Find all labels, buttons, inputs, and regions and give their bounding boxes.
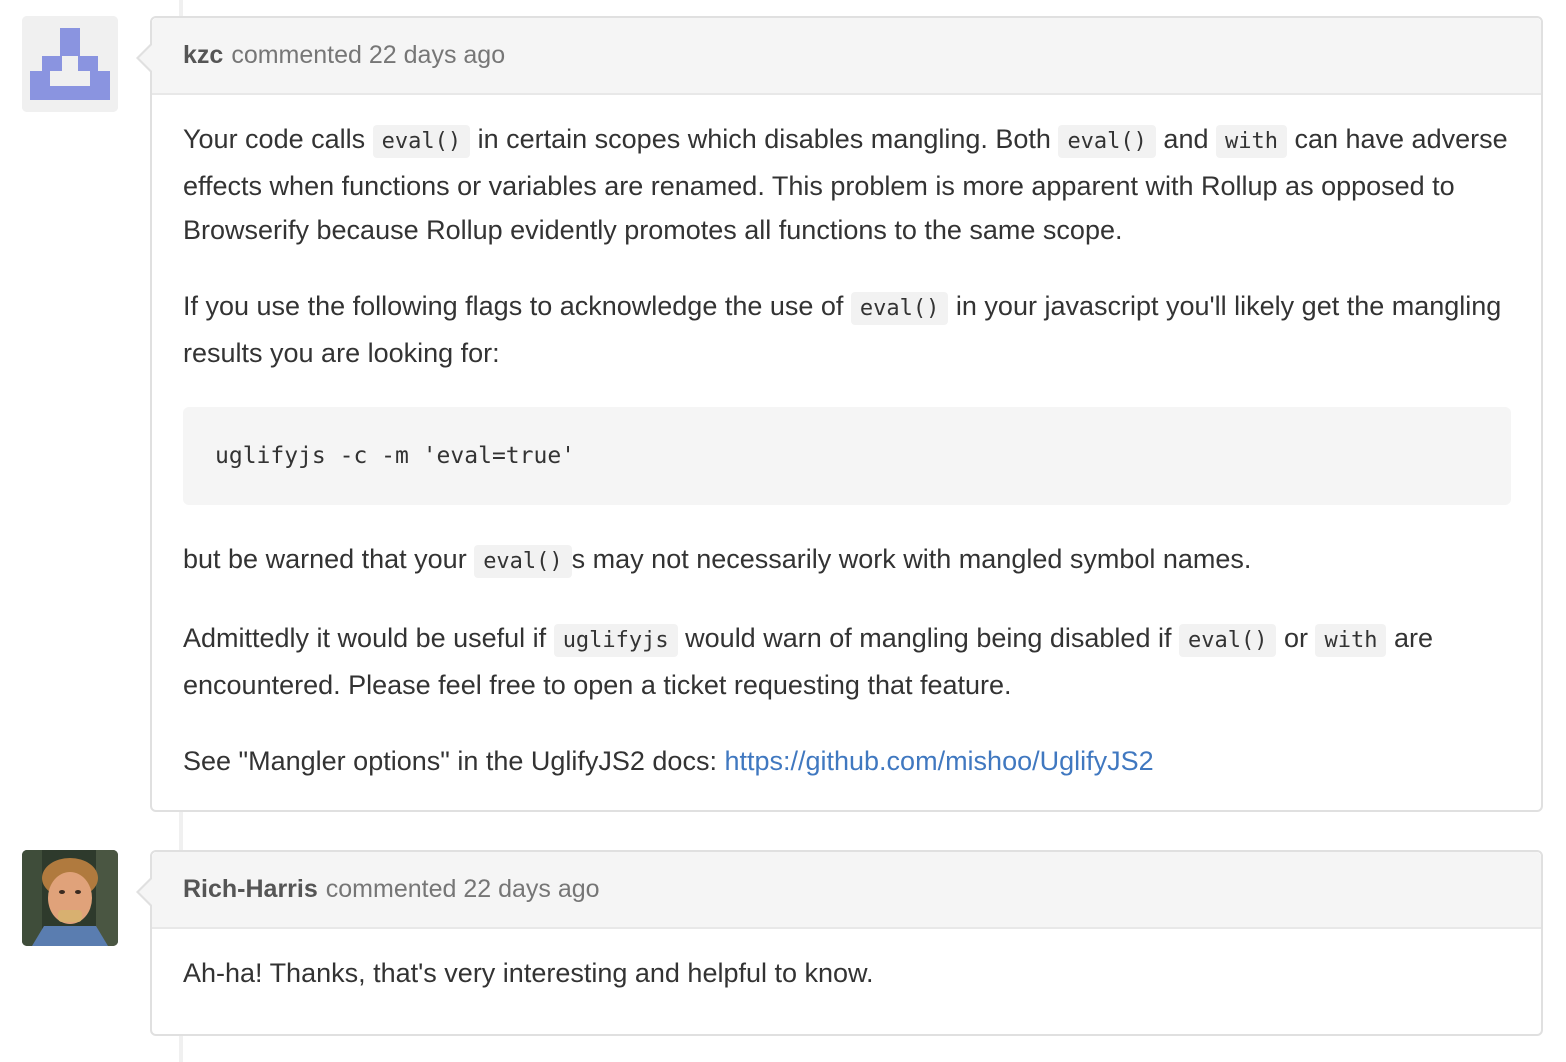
paragraph: Admittedly it would be useful if uglifyj… [183,623,1433,700]
comment-body: Your code calls eval() in certain scopes… [152,95,1541,811]
comment-body: Ah-ha! Thanks, that's very interesting a… [152,929,1541,1023]
comment-timestamp[interactable]: 22 days ago [463,875,599,904]
avatar[interactable] [22,850,118,946]
inline-code: with [1215,125,1287,158]
comment-action: commented [231,41,362,69]
inline-code: eval() [372,125,471,158]
uglifyjs2-docs-link[interactable]: https://github.com/mishoo/UglifyJS2 [724,746,1153,776]
comment-timestamp[interactable]: 22 days ago [369,41,505,70]
inline-code: uglifyjs [553,624,678,657]
comment-kzc: kzc commented 22 days ago Your code call… [136,16,1543,812]
code-block: uglifyjs -c -m 'eval=true' [183,407,1511,505]
paragraph: but be warned that your eval() s may not … [183,537,1511,584]
paragraph: Your code calls eval() in certain scopes… [183,124,1508,245]
user-photo-icon [22,850,118,946]
comment-rich-harris: Rich-Harris commented 22 days ago Ah-ha!… [136,850,1543,1036]
inline-code: with [1315,624,1387,657]
identicon-icon [22,16,118,112]
comment-action: commented [325,875,457,903]
inline-code: eval() [1058,125,1156,158]
paragraph: If you use the following flags to acknow… [183,291,1502,368]
inline-code: eval() [474,545,572,578]
paragraph: Ah-ha! Thanks, that's very interesting a… [183,958,874,988]
inline-code: eval() [850,292,949,325]
avatar[interactable] [22,16,118,112]
paragraph: See "Mangler options" in the UglifyJS2 d… [183,746,1154,776]
author-link[interactable]: Rich-Harris [183,875,318,904]
inline-code: eval() [1178,624,1277,657]
comment-header: kzc commented 22 days ago [136,18,1541,95]
comment-header: Rich-Harris commented 22 days ago [136,852,1541,929]
author-link[interactable]: kzc [183,41,223,70]
